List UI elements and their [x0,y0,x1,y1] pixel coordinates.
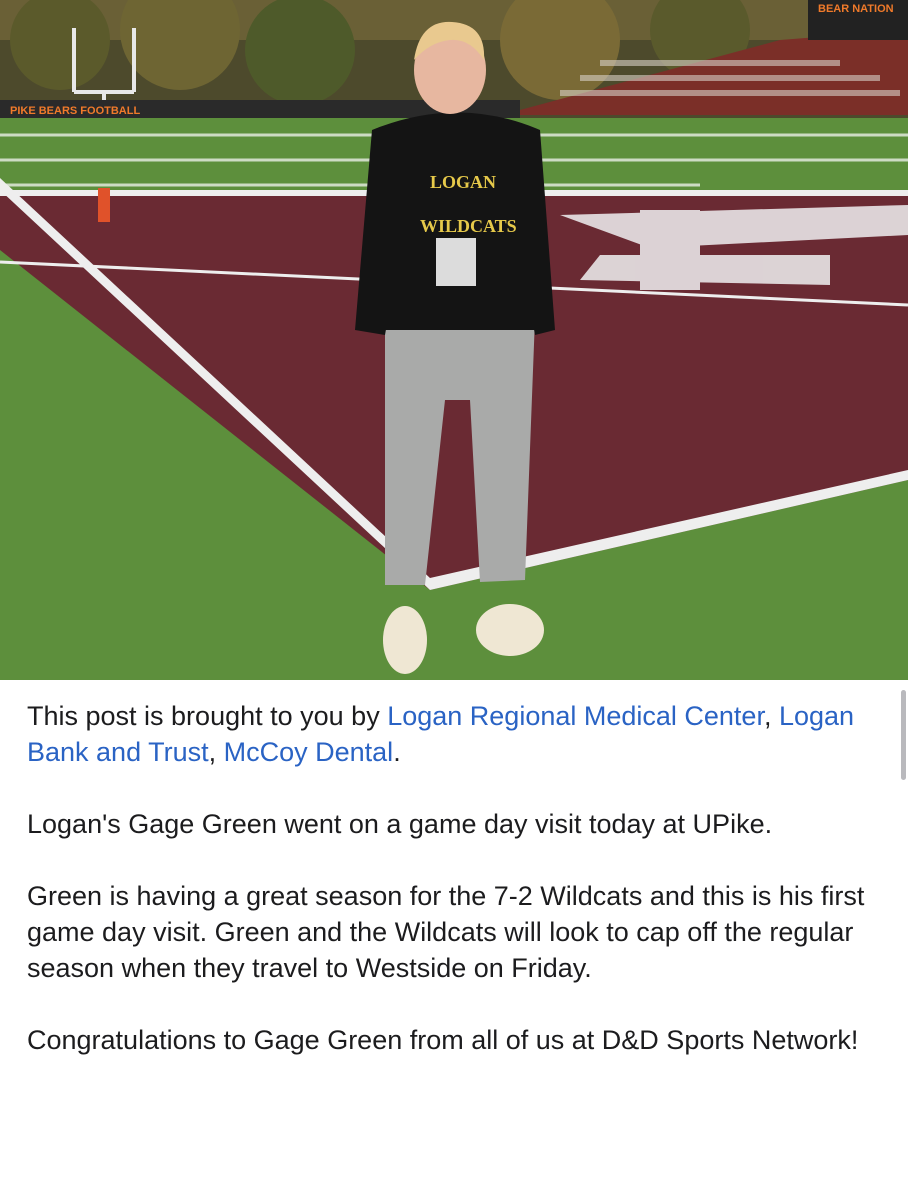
separator: , [763,701,779,731]
football-field-scene: BEAR NATION PIKE BEARS FOOTBALL LOGAN WI… [0,0,908,680]
post-paragraph-season: Green is having a great season for the 7… [27,881,865,983]
stadium-banner: PIKE BEARS FOOTBALL [10,105,140,117]
post-paragraph-congrats: Congratulations to Gage Green from all o… [27,1025,859,1055]
sponsor-prefix: This post is brought to you by [27,701,388,731]
sponsor-link-mccoy-dental[interactable]: McCoy Dental [224,737,394,767]
hoodie-text-line1: LOGAN [430,172,496,192]
separator: . [393,737,401,767]
post-body: This post is brought to you by Logan Reg… [27,698,887,1094]
post-paragraph-visit: Logan's Gage Green went on a game day vi… [27,809,773,839]
sponsor-paragraph: This post is brought to you by Logan Reg… [27,698,887,770]
scrollbar[interactable] [901,690,906,780]
sponsor-link-logan-regional[interactable]: Logan Regional Medical Center [387,701,764,731]
hoodie-text-line2: WILDCATS [420,216,517,236]
post-photo[interactable]: BEAR NATION PIKE BEARS FOOTBALL LOGAN WI… [0,0,908,680]
separator: , [208,737,224,767]
stadium-sign: BEAR NATION [818,3,894,15]
